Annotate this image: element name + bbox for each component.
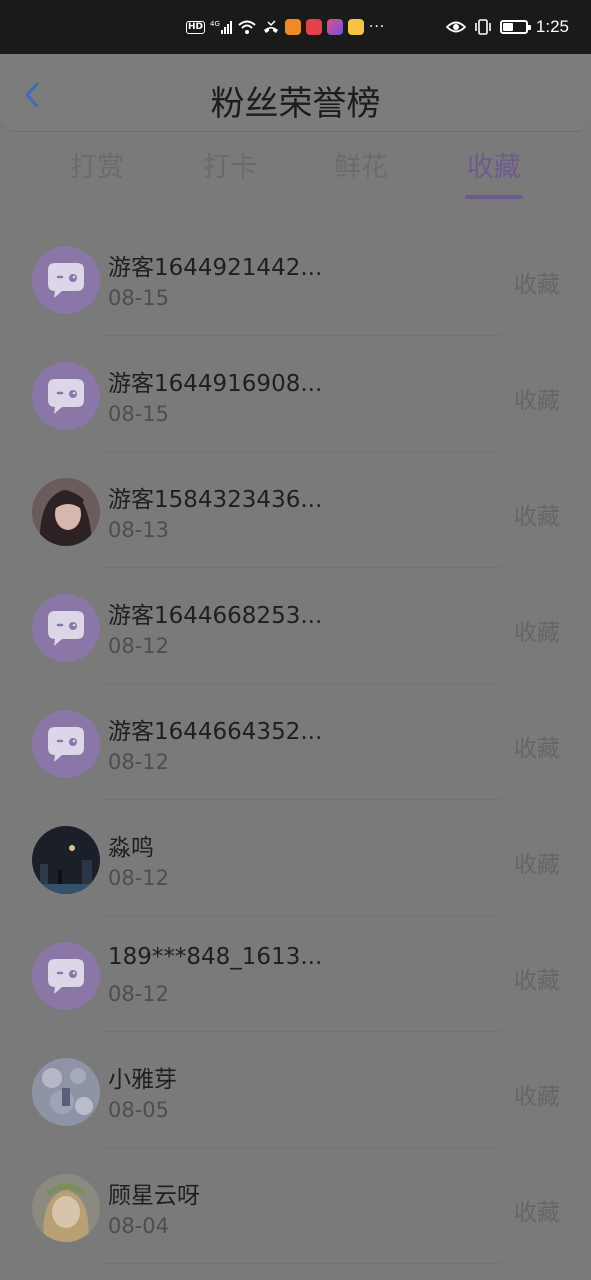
fan-action-label: 收藏 (514, 968, 560, 994)
purple-app-icon (326, 19, 343, 35)
fan-action-label: 收藏 (514, 620, 560, 646)
tab-reward[interactable]: 打赏 (47, 145, 147, 184)
fan-date: 08-05 (108, 1098, 170, 1122)
blossom-avatar[interactable] (32, 1058, 100, 1126)
app-header: 粉丝荣誉榜 (0, 54, 591, 132)
vibrate-icon (475, 19, 491, 35)
missed-call-icon (263, 20, 278, 33)
fan-row[interactable]: 189***848_1613... 08-12 收藏 (0, 916, 591, 1032)
fan-date: 08-04 (108, 1214, 170, 1238)
fan-date: 08-15 (108, 402, 170, 426)
row-divider (105, 1263, 501, 1264)
fan-action-label: 收藏 (514, 272, 560, 298)
default-chat-avatar[interactable] (32, 362, 100, 430)
status-bar: HD 4G ··· 1:25 (0, 0, 591, 54)
fan-action-label: 收藏 (514, 1084, 560, 1110)
fan-date: 08-15 (108, 286, 170, 310)
red-app-icon (305, 19, 322, 35)
fan-name: 游客1584323436... (108, 487, 323, 513)
hd-indicator: HD (186, 20, 206, 34)
fan-date: 08-12 (108, 750, 170, 774)
fan-date: 08-12 (108, 982, 170, 1006)
fan-date: 08-13 (108, 518, 170, 542)
tab-flowers[interactable]: 鲜花 (311, 145, 411, 184)
fan-name: 游客1644921442... (108, 255, 323, 281)
fan-row[interactable]: 淼鸣 08-12 收藏 (0, 800, 591, 916)
photo-girl-avatar[interactable] (32, 478, 100, 546)
status-left-icons: HD 4G ··· (186, 16, 385, 38)
fan-name: 游客1644916908... (108, 371, 323, 397)
page-title: 粉丝荣誉榜 (210, 84, 381, 124)
fan-action-label: 收藏 (514, 1200, 560, 1226)
signal-icon: 4G (210, 20, 232, 34)
tab-checkin[interactable]: 打卡 (180, 145, 280, 184)
night-scene-avatar[interactable] (32, 826, 100, 894)
tab-favorites[interactable]: 收藏 (444, 145, 544, 184)
default-chat-avatar[interactable] (32, 942, 100, 1010)
fan-action-label: 收藏 (514, 504, 560, 530)
tab-bar: 打赏 打卡 鲜花 收藏 (0, 145, 591, 205)
fan-action-label: 收藏 (514, 736, 560, 762)
battery-icon (499, 20, 531, 34)
eye-icon (445, 21, 466, 33)
fan-name: 淼鸣 (108, 835, 154, 861)
fan-name: 游客1644664352... (108, 719, 323, 745)
fan-row[interactable]: 游客1644664352... 08-12 收藏 (0, 684, 591, 800)
default-chat-avatar[interactable] (32, 710, 100, 778)
fan-date: 08-12 (108, 866, 170, 890)
more-notifications-icon: ··· (368, 19, 386, 35)
fan-row[interactable]: 小雅芽 08-05 收藏 (0, 1032, 591, 1148)
fan-date: 08-12 (108, 634, 170, 658)
fan-row[interactable]: 游客1644921442... 08-15 收藏 (0, 220, 591, 336)
fan-name: 顾星云呀 (108, 1183, 200, 1209)
fan-name: 小雅芽 (108, 1067, 177, 1093)
fan-action-label: 收藏 (514, 852, 560, 878)
default-chat-avatar[interactable] (32, 246, 100, 314)
default-chat-avatar[interactable] (32, 594, 100, 662)
fan-name: 189***848_1613... (108, 944, 323, 970)
fan-row[interactable]: 顾星云呀 08-04 收藏 (0, 1148, 591, 1264)
fan-name: 游客1644668253... (108, 603, 323, 629)
status-right-icons: 1:25 (445, 16, 569, 38)
active-tab-indicator (465, 195, 523, 199)
fan-row[interactable]: 游客1644916908... 08-15 收藏 (0, 336, 591, 452)
yellow-app-icon (347, 19, 364, 35)
anime-girl-avatar[interactable] (32, 1174, 100, 1242)
fan-action-label: 收藏 (514, 388, 560, 414)
fan-row[interactable]: 游客1644668253... 08-12 收藏 (0, 568, 591, 684)
wifi-icon (238, 20, 256, 34)
fan-row[interactable]: 游客1584323436... 08-13 收藏 (0, 452, 591, 568)
video-app-icon (284, 19, 301, 35)
network-type: 4G (210, 20, 220, 28)
clock: 1:25 (535, 17, 569, 36)
